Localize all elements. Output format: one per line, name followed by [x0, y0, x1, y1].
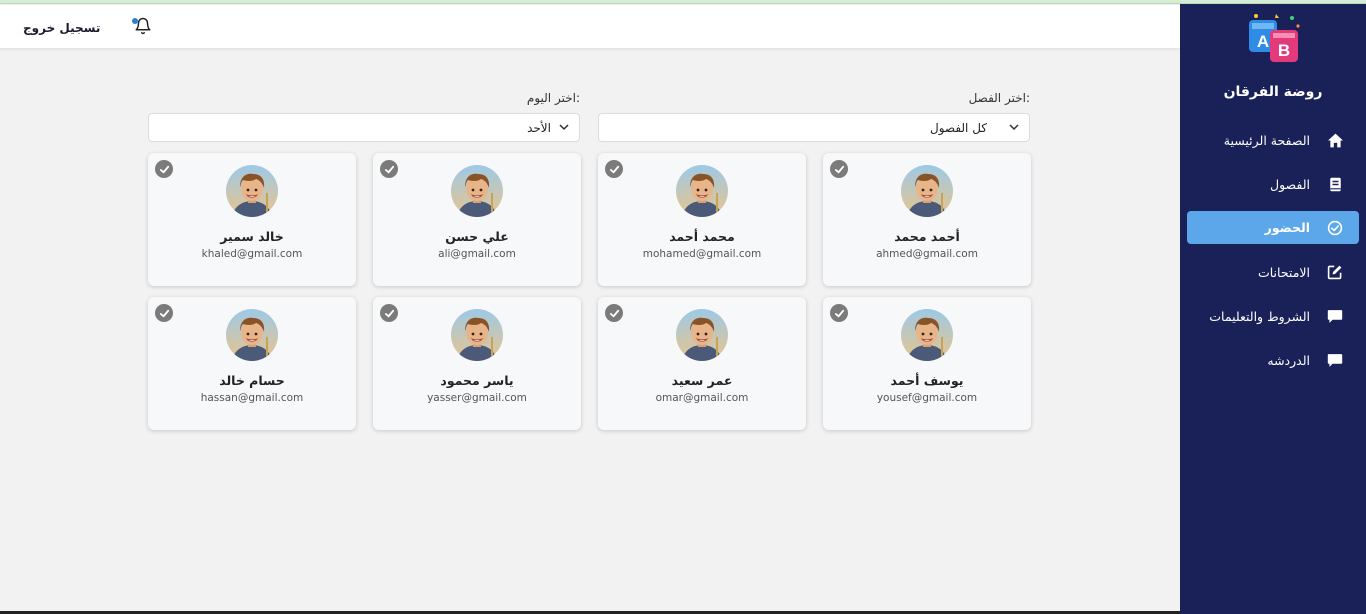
chat-icon — [1326, 351, 1344, 369]
bell-icon[interactable] — [134, 17, 152, 35]
chevron-down-icon — [1009, 124, 1019, 131]
chevron-down-icon — [559, 124, 569, 131]
class-filter-label: اختر الفصل: — [968, 91, 1030, 105]
sidebar-item-label: الامتحانات — [1257, 264, 1310, 280]
check-icon[interactable] — [830, 304, 848, 322]
edit-icon — [1326, 263, 1344, 281]
student-card[interactable]: أحمد محمد ahmed@gmail.com — [823, 153, 1031, 286]
student-card[interactable]: علي حسن ali@gmail.com — [373, 153, 581, 286]
avatar — [451, 165, 503, 217]
avatar — [901, 165, 953, 217]
home-icon — [1326, 131, 1344, 149]
avatar — [226, 309, 278, 361]
student-name: ياسر محمود — [440, 373, 514, 388]
sidebar-item-classes[interactable]: الفصول — [1180, 162, 1366, 206]
student-name: خالد سمير — [220, 229, 284, 244]
sidebar-item-label: الفصول — [1270, 176, 1310, 192]
avatar — [226, 165, 278, 217]
day-select[interactable]: الأحد — [148, 113, 580, 142]
logout-button[interactable]: تسجيل خروج — [23, 21, 100, 35]
svg-text:A: A — [1257, 32, 1269, 51]
sidebar-item-chat[interactable]: الدردشه — [1180, 338, 1366, 382]
check-circle-icon — [1326, 219, 1344, 237]
avatar — [451, 309, 503, 361]
check-icon[interactable] — [830, 160, 848, 178]
check-icon[interactable] — [605, 304, 623, 322]
student-card[interactable]: عمر سعيد omar@gmail.com — [598, 297, 806, 430]
check-icon[interactable] — [155, 304, 173, 322]
class-select[interactable]: كل الفصول — [598, 113, 1030, 142]
student-card[interactable]: خالد سمير khaled@gmail.com — [148, 153, 356, 286]
sidebar-item-exams[interactable]: الامتحانات — [1180, 250, 1366, 294]
avatar — [676, 165, 728, 217]
sidebar-item-terms[interactable]: الشروط والتعليمات — [1180, 294, 1366, 338]
window-top-strip — [0, 0, 1366, 4]
student-email: yousef@gmail.com — [876, 392, 978, 404]
student-name: يوسف أحمد — [890, 373, 964, 388]
avatar — [901, 309, 953, 361]
top-header: تسجيل خروج — [0, 5, 1180, 49]
sidebar-item-label: الشروط والتعليمات — [1209, 308, 1310, 324]
sidebar-item-home[interactable]: الصفحة الرئيسية — [1180, 118, 1366, 162]
check-icon[interactable] — [380, 160, 398, 178]
sidebar: A B روضة الفرقان الصفحة الرئيسية الفصول … — [1180, 4, 1366, 614]
student-card[interactable]: يوسف أحمد yousef@gmail.com — [823, 297, 1031, 430]
student-card[interactable]: محمد أحمد mohamed@gmail.com — [598, 153, 806, 286]
student-name: أحمد محمد — [894, 229, 960, 244]
student-name: علي حسن — [445, 229, 509, 244]
comment-icon — [1326, 307, 1344, 325]
brand-name: روضة الفرقان — [1223, 84, 1323, 100]
sidebar-item-label: الحضور — [1264, 220, 1310, 235]
book-icon — [1326, 175, 1344, 193]
sidebar-item-attendance[interactable]: الحضور — [1187, 211, 1359, 244]
class-select-value: كل الفصول — [930, 121, 987, 135]
student-email: ali@gmail.com — [438, 248, 516, 260]
check-icon[interactable] — [155, 160, 173, 178]
student-email: ahmed@gmail.com — [876, 248, 978, 260]
student-email: khaled@gmail.com — [201, 248, 303, 260]
student-email: mohamed@gmail.com — [642, 248, 762, 260]
day-select-value: الأحد — [527, 121, 551, 135]
student-email: hassan@gmail.com — [200, 392, 304, 404]
avatar — [676, 309, 728, 361]
svg-text:B: B — [1278, 41, 1290, 60]
day-filter-label: اختر اليوم: — [526, 91, 580, 105]
logo-icon: A B — [1249, 14, 1300, 62]
sidebar-nav: الصفحة الرئيسية الفصول الحضور الامتحانات… — [1180, 118, 1366, 382]
student-name: محمد أحمد — [669, 229, 735, 244]
student-card[interactable]: ياسر محمود yasser@gmail.com — [373, 297, 581, 430]
student-name: عمر سعيد — [671, 373, 733, 388]
sidebar-item-label: الدردشه — [1267, 352, 1310, 368]
student-email: yasser@gmail.com — [427, 392, 527, 404]
student-card[interactable]: حسام خالد hassan@gmail.com — [148, 297, 356, 430]
check-icon[interactable] — [605, 160, 623, 178]
student-name: حسام خالد — [219, 373, 285, 388]
student-email: omar@gmail.com — [655, 392, 749, 404]
check-icon[interactable] — [380, 304, 398, 322]
sidebar-item-label: الصفحة الرئيسية — [1223, 132, 1310, 148]
